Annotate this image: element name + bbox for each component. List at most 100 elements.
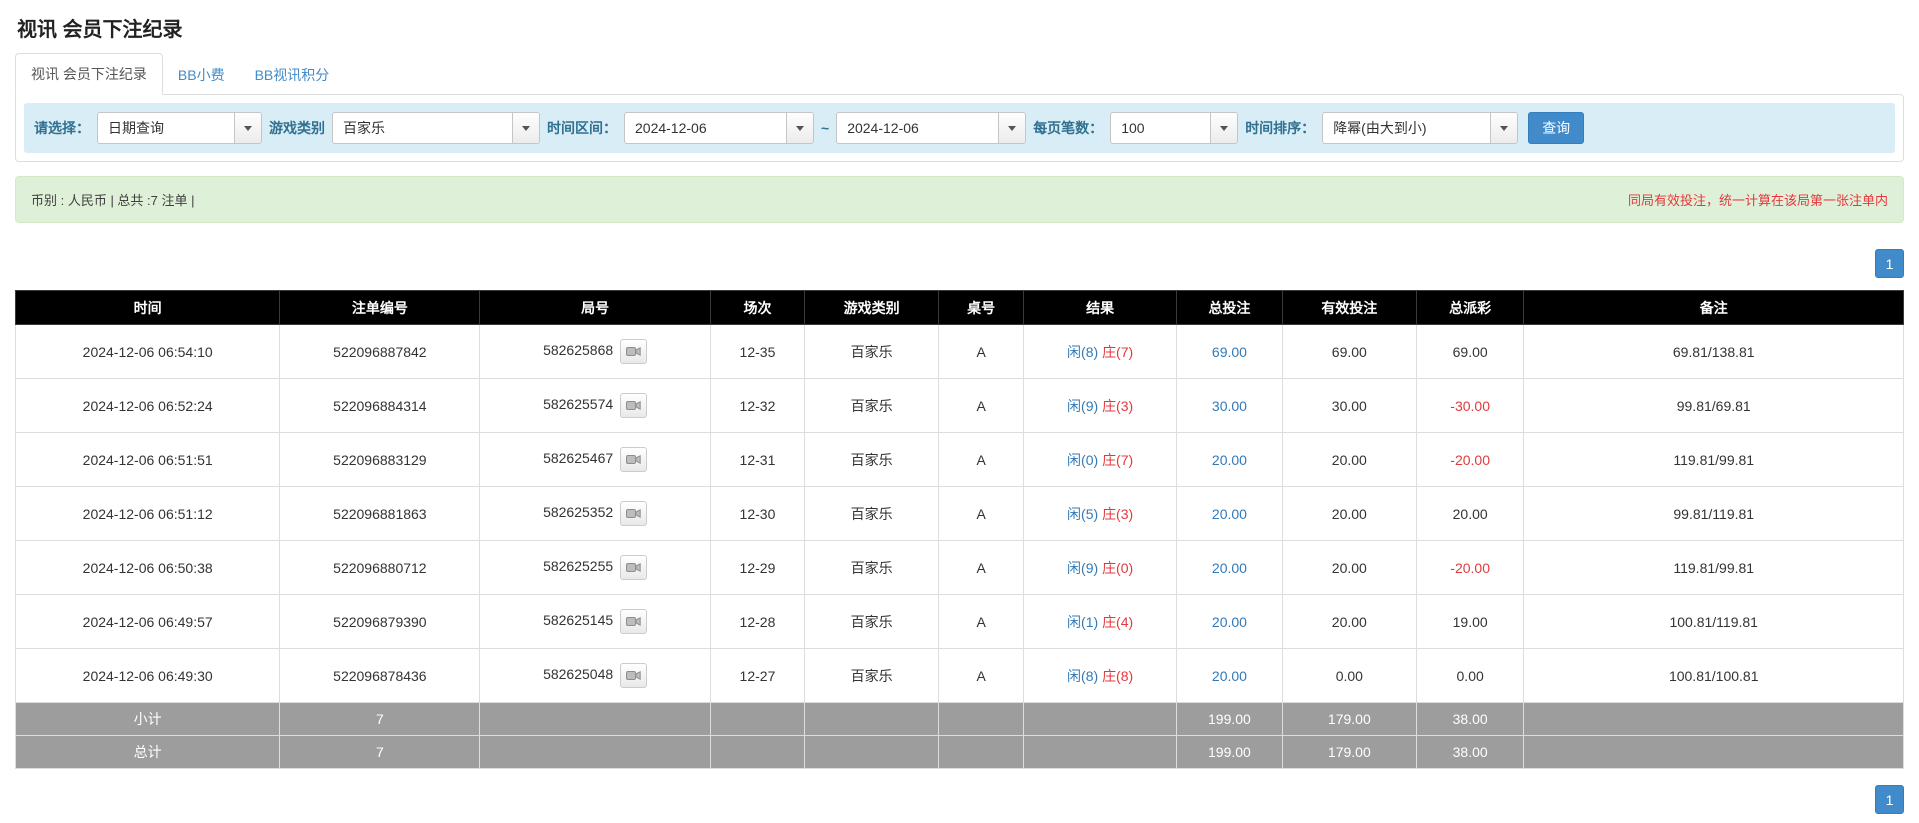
cell-valid-bet: 20.00: [1282, 487, 1416, 541]
game-type-value: 百家乐: [333, 113, 512, 143]
chevron-down-icon[interactable]: [1210, 113, 1237, 143]
tab-2[interactable]: BB视讯积分: [240, 55, 345, 95]
summary-cell: 179.00: [1282, 703, 1416, 736]
chevron-down-icon[interactable]: [1490, 113, 1517, 143]
total-bet-link[interactable]: 20.00: [1212, 506, 1247, 522]
payout-value: -30.00: [1450, 398, 1490, 414]
cell-round-id: 582625145: [480, 595, 710, 649]
cell-time: 2024-12-06 06:49:57: [16, 595, 280, 649]
cell-session: 12-29: [710, 541, 804, 595]
result-banker: 庄(7): [1102, 344, 1133, 360]
caret-icon: [244, 126, 252, 131]
date-from-select[interactable]: 2024-12-06: [624, 112, 814, 144]
column-header: 总投注: [1177, 291, 1283, 325]
cell-total-bet: 30.00: [1177, 379, 1283, 433]
summary-notice-text: 同局有效投注，统一计算在该局第一张注单内: [1628, 190, 1888, 209]
cell-result: 闲(8) 庄(7): [1024, 325, 1177, 379]
summary-row: 小计7199.00179.0038.00: [16, 703, 1904, 736]
cell-note: 69.81/138.81: [1524, 325, 1904, 379]
tab-0-active[interactable]: 视讯 会员下注纪录: [15, 53, 163, 95]
cell-result: 闲(9) 庄(3): [1024, 379, 1177, 433]
caret-icon: [1008, 126, 1016, 131]
result-player: 闲(0): [1067, 452, 1098, 468]
summary-cell: 7: [280, 703, 480, 736]
video-replay-button[interactable]: [620, 609, 647, 634]
cell-total-bet: 20.00: [1177, 433, 1283, 487]
cell-round-id: 582625255: [480, 541, 710, 595]
cell-game-type: 百家乐: [805, 433, 939, 487]
video-camera-icon: [626, 453, 641, 466]
summary-cell: 总计: [16, 736, 280, 769]
date-range-separator: ~: [821, 120, 829, 136]
summary-cell: [805, 703, 939, 736]
round-id: 582625255: [543, 558, 613, 574]
total-bet-link[interactable]: 20.00: [1212, 668, 1247, 684]
cell-game-type: 百家乐: [805, 487, 939, 541]
summary-cell: [939, 736, 1024, 769]
cell-note: 99.81/119.81: [1524, 487, 1904, 541]
page-number-button[interactable]: 1: [1875, 249, 1904, 278]
result-banker: 庄(3): [1102, 506, 1133, 522]
cell-game-type: 百家乐: [805, 541, 939, 595]
date-to-select[interactable]: 2024-12-06: [836, 112, 1026, 144]
payout-value: 0.00: [1457, 668, 1484, 684]
cell-valid-bet: 20.00: [1282, 595, 1416, 649]
pagination-top: 1: [15, 249, 1904, 278]
cell-total-bet: 69.00: [1177, 325, 1283, 379]
cell-table-no: A: [939, 325, 1024, 379]
video-replay-button[interactable]: [620, 393, 647, 418]
sort-label: 时间排序：: [1245, 118, 1315, 138]
total-bet-link[interactable]: 20.00: [1212, 560, 1247, 576]
summary-cell: 38.00: [1416, 703, 1524, 736]
summary-cell: [939, 703, 1024, 736]
chevron-down-icon[interactable]: [512, 113, 539, 143]
cell-result: 闲(8) 庄(8): [1024, 649, 1177, 703]
cell-time: 2024-12-06 06:50:38: [16, 541, 280, 595]
column-header: 时间: [16, 291, 280, 325]
video-replay-button[interactable]: [620, 339, 647, 364]
chevron-down-icon[interactable]: [998, 113, 1025, 143]
game-type-select[interactable]: 百家乐: [332, 112, 540, 144]
query-type-value: 日期查询: [98, 113, 234, 143]
cell-table-no: A: [939, 595, 1024, 649]
video-replay-button[interactable]: [620, 555, 647, 580]
video-replay-button[interactable]: [620, 447, 647, 472]
chevron-down-icon[interactable]: [234, 113, 261, 143]
cell-table-no: A: [939, 541, 1024, 595]
chevron-down-icon[interactable]: [786, 113, 813, 143]
cell-time: 2024-12-06 06:51:12: [16, 487, 280, 541]
search-button[interactable]: 查询: [1528, 112, 1584, 144]
video-replay-button[interactable]: [620, 663, 647, 688]
summary-cell: [805, 736, 939, 769]
tab-1[interactable]: BB小费: [163, 55, 240, 95]
column-header: 结果: [1024, 291, 1177, 325]
cell-valid-bet: 69.00: [1282, 325, 1416, 379]
column-header: 注单编号: [280, 291, 480, 325]
total-bet-link[interactable]: 20.00: [1212, 452, 1247, 468]
video-replay-button[interactable]: [620, 501, 647, 526]
cell-bet-id: 522096884314: [280, 379, 480, 433]
total-bet-link[interactable]: 69.00: [1212, 344, 1247, 360]
table-row: 2024-12-06 06:49:57522096879390582625145…: [16, 595, 1904, 649]
result-banker: 庄(0): [1102, 560, 1133, 576]
cell-payout: 0.00: [1416, 649, 1524, 703]
round-id: 582625145: [543, 612, 613, 628]
cell-bet-id: 522096883129: [280, 433, 480, 487]
query-type-select[interactable]: 日期查询: [97, 112, 262, 144]
date-to-value: 2024-12-06: [837, 113, 998, 143]
summary-cell: 小计: [16, 703, 280, 736]
sort-select[interactable]: 降幂(由大到小): [1322, 112, 1518, 144]
cell-note: 100.81/100.81: [1524, 649, 1904, 703]
page-size-select[interactable]: 100: [1110, 112, 1238, 144]
summary-cell: 199.00: [1177, 736, 1283, 769]
total-bet-link[interactable]: 20.00: [1212, 614, 1247, 630]
cell-game-type: 百家乐: [805, 379, 939, 433]
payout-value: 20.00: [1453, 506, 1488, 522]
game-type-label: 游戏类别: [269, 118, 325, 138]
total-bet-link[interactable]: 30.00: [1212, 398, 1247, 414]
cell-bet-id: 522096880712: [280, 541, 480, 595]
cell-table-no: A: [939, 379, 1024, 433]
round-id: 582625574: [543, 396, 613, 412]
cell-round-id: 582625352: [480, 487, 710, 541]
payout-value: 19.00: [1453, 614, 1488, 630]
